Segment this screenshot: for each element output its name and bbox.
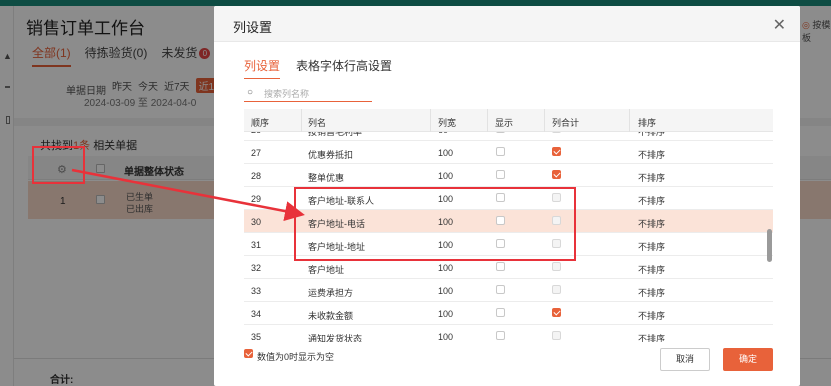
row-sort: 不排序 [638,311,666,321]
row-width: 100 [438,263,454,273]
row-width: 100 [438,148,454,158]
dialog-tabs: 列设置 表格字体行高设置 [244,57,392,79]
row-seq: 35 [251,332,262,342]
row-seq: 32 [251,263,262,273]
row-name: 运费承担方 [308,288,354,298]
sum-checkbox[interactable] [552,170,561,179]
header-sum: 列合计 [552,118,580,128]
dialog-title: 列设置 [233,20,273,35]
sum-checkbox [552,331,561,340]
row-sort: 不排序 [638,196,666,206]
row-seq: 33 [251,286,262,296]
sum-checkbox [552,262,561,271]
column-row[interactable]: 28 整单优惠 100 不排序 [244,164,773,187]
tab-column-settings[interactable]: 列设置 [244,57,281,79]
row-width: 100 [438,286,454,296]
row-sort: 不排序 [638,334,666,342]
show-checkbox[interactable] [496,147,505,156]
row-name: 未收款金额 [308,311,354,321]
row-sort: 不排序 [638,242,666,252]
row-sort: 不排序 [638,150,666,160]
row-name: 优惠券抵扣 [308,150,354,160]
header-sort: 排序 [638,118,657,128]
column-row[interactable]: 33 运费承担方 100 不排序 [244,279,773,302]
column-row[interactable]: 34 未收款金额 100 不排序 [244,302,773,325]
show-checkbox[interactable] [496,262,505,271]
column-table-header: 顺序 列名 列宽 显示 列合计 排序 [244,109,773,132]
dialog-header: 列设置 ✕ [214,6,800,42]
row-name: 通知发货状态 [308,334,363,342]
row-seq: 28 [251,171,262,181]
column-row[interactable]: 27 优惠券抵扣 100 不排序 [244,141,773,164]
column-row[interactable]: 35 通知发货状态 100 不排序 [244,325,773,342]
zero-blank-checkbox[interactable] [244,349,253,358]
column-search: ○ [244,87,372,102]
sum-checkbox[interactable] [552,308,561,317]
col-divider [487,109,488,132]
cancel-button[interactable]: 取消 [660,348,710,371]
col-divider [301,109,302,132]
show-checkbox[interactable] [496,331,505,340]
row-width: 100 [438,332,454,342]
row-seq: 27 [251,148,262,158]
header-width: 列宽 [438,118,457,128]
row-name: 整单优惠 [308,173,345,183]
row-seq: 31 [251,240,262,250]
column-search-input[interactable] [264,87,369,101]
row-seq: 29 [251,194,262,204]
col-divider [544,109,545,132]
row-width: 100 [438,171,454,181]
sum-checkbox[interactable] [552,147,561,156]
row-name: 客户地址 [308,265,345,275]
row-seq: 34 [251,309,262,319]
row-sort: 不排序 [638,288,666,298]
col-divider [430,109,431,132]
sum-checkbox [552,285,561,294]
ok-button[interactable]: 确定 [723,348,773,371]
col-divider [629,109,630,132]
show-checkbox[interactable] [496,308,505,317]
header-name: 列名 [308,118,327,128]
search-icon: ○ [247,87,254,98]
row-sort: 不排序 [638,265,666,275]
close-icon[interactable]: ✕ [773,15,786,35]
annotation-rows-box [294,187,576,261]
zero-blank-label: 数值为0时显示为空 [257,352,335,362]
annotation-gear-box [32,146,85,184]
header-show: 显示 [495,118,514,128]
show-checkbox[interactable] [496,285,505,294]
header-seq: 顺序 [251,118,270,128]
row-sort: 不排序 [638,173,666,183]
row-sort: 不排序 [638,219,666,229]
row-width: 100 [438,309,454,319]
show-checkbox[interactable] [496,170,505,179]
table-scrollbar[interactable] [767,229,772,262]
tab-font-row-height[interactable]: 表格字体行高设置 [296,57,392,79]
row-seq: 30 [251,217,262,227]
